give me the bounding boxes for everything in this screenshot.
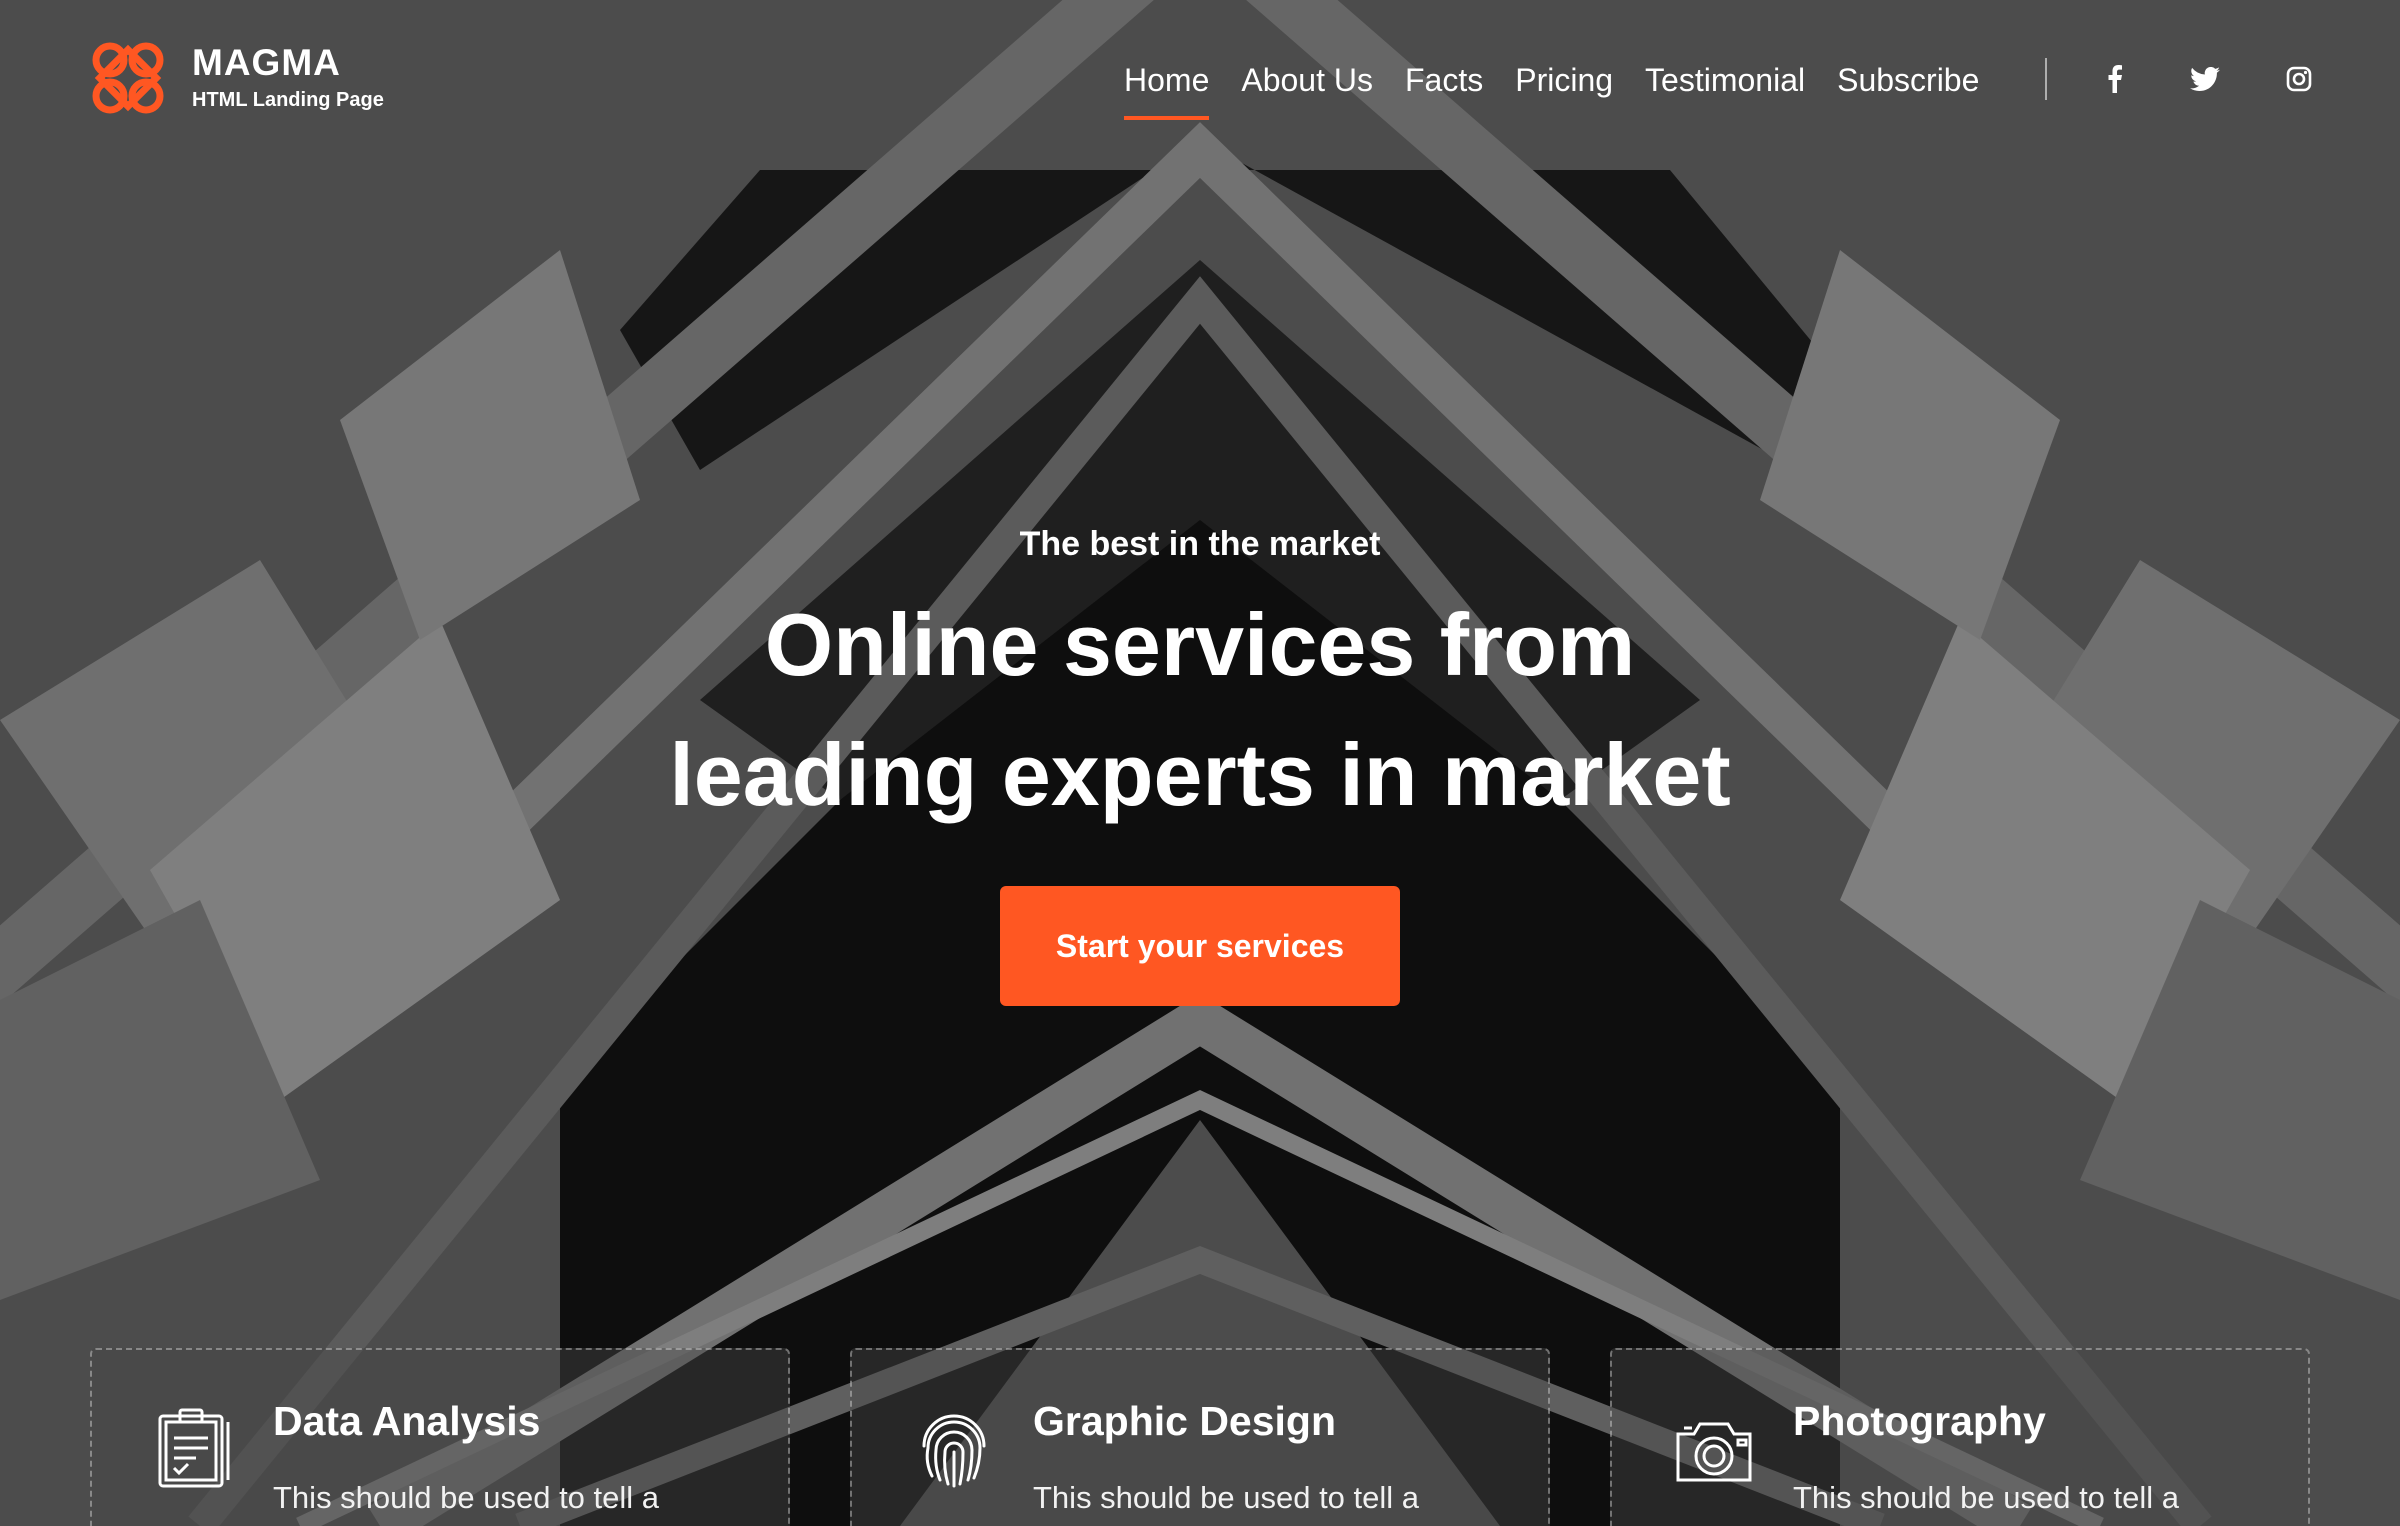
clipboard-icon	[158, 1408, 230, 1488]
hero-subtitle: The best in the market	[1019, 525, 1381, 563]
nav-item-about-us[interactable]: About Us	[1241, 58, 1373, 102]
service-card-graphic-design[interactable]: Graphic Design This should be used to te…	[850, 1348, 1550, 1526]
main-nav: Home About Us Facts Pricing Testimonial …	[1124, 58, 2011, 120]
service-text: This should be used to tell a	[1033, 1480, 1420, 1515]
hero-title-line-1: Online services from	[764, 595, 1636, 694]
hero-title: Online services from leading experts in …	[500, 580, 1900, 840]
service-card-photography[interactable]: Photography This should be used to tell …	[1610, 1348, 2310, 1526]
facebook-icon[interactable]	[2100, 58, 2130, 100]
service-title: Graphic Design	[1033, 1398, 1337, 1444]
instagram-icon[interactable]	[2284, 58, 2314, 100]
start-services-button[interactable]: Start your services	[1000, 886, 1400, 1006]
camera-icon	[1676, 1422, 1752, 1482]
nav-item-pricing[interactable]: Pricing	[1515, 58, 1613, 102]
nav-item-facts[interactable]: Facts	[1405, 58, 1483, 102]
twitter-icon[interactable]	[2188, 58, 2222, 100]
nav-divider	[2045, 58, 2047, 100]
hero-section: MAGMA HTML Landing Page Home About Us Fa…	[0, 0, 2400, 1526]
service-card-data-analysis[interactable]: Data Analysis This should be used to tel…	[90, 1348, 790, 1526]
service-text: This should be used to tell a	[273, 1480, 660, 1515]
brand-name: MAGMA	[192, 42, 341, 83]
nav-item-home[interactable]: Home	[1124, 58, 1210, 120]
brand-tagline: HTML Landing Page	[192, 89, 384, 111]
service-title: Data Analysis	[273, 1398, 541, 1444]
nav-item-testimonial[interactable]: Testimonial	[1645, 58, 1805, 102]
magma-logo-icon	[92, 42, 164, 114]
service-title: Photography	[1793, 1398, 2046, 1444]
hero-title-line-2: leading experts in market	[669, 725, 1731, 824]
brand-logo[interactable]: MAGMA HTML Landing Page	[86, 36, 384, 120]
service-text: This should be used to tell a	[1793, 1480, 2180, 1515]
fingerprint-icon	[922, 1414, 986, 1488]
nav-item-subscribe[interactable]: Subscribe	[1837, 58, 1979, 102]
